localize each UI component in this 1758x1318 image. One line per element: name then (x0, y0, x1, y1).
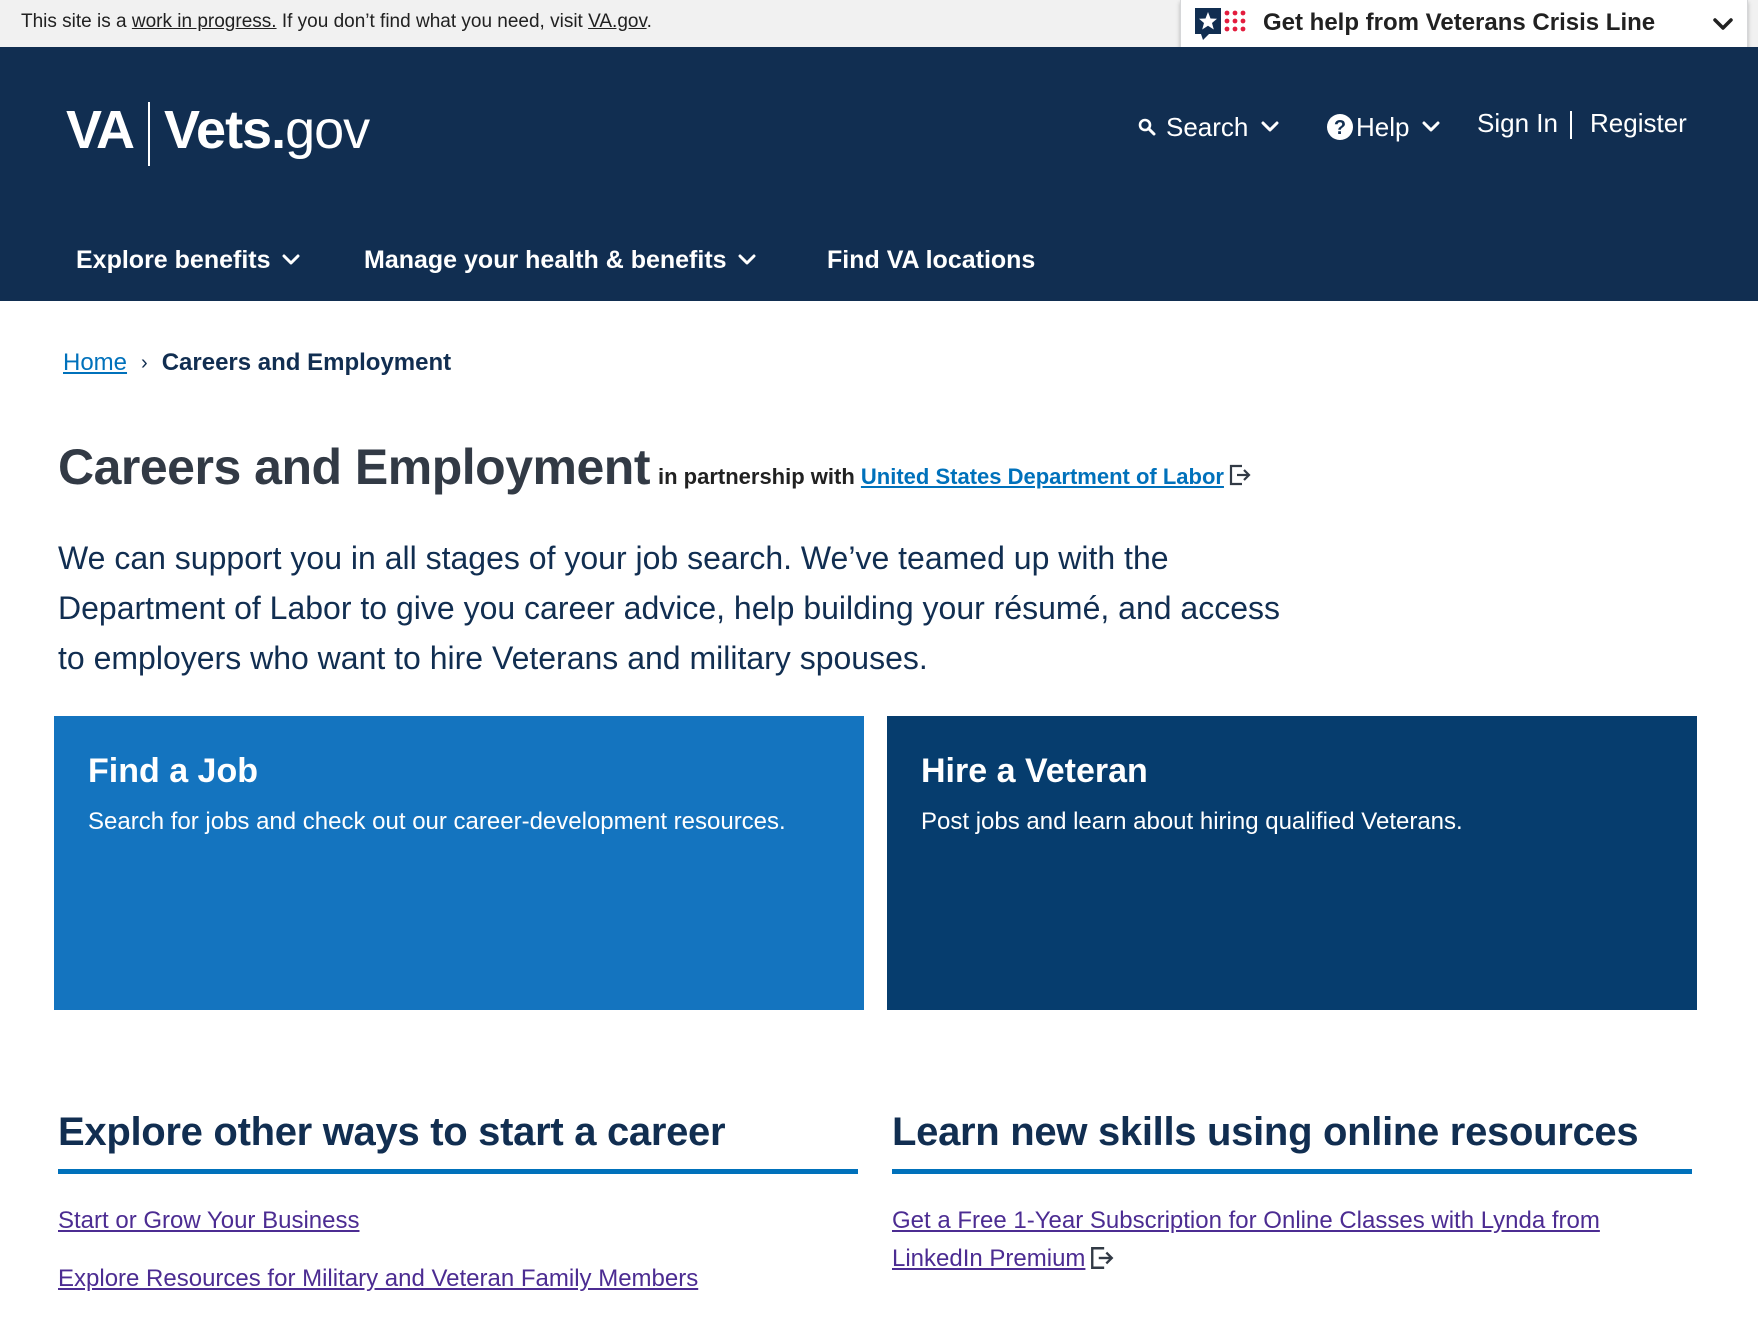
nav-explore-benefits-label: Explore benefits (76, 245, 271, 274)
find-a-job-card[interactable]: Find a Job Search for jobs and check out… (54, 716, 864, 1010)
chevron-down-icon (1261, 121, 1279, 132)
help-menu-button[interactable]: ? Help (1326, 109, 1441, 145)
card-description: Search for jobs and check out our career… (88, 808, 786, 835)
department-of-labor-link[interactable]: United States Department of Labor (861, 464, 1224, 489)
section-title: Explore other ways to start a career (58, 1110, 726, 1154)
crisis-line-label: Get help from Veterans Crisis Line (1263, 9, 1656, 36)
help-label: Help (1356, 111, 1410, 142)
site-notice-text: This site is a work in progress. If you … (21, 11, 652, 33)
search-menu-button[interactable]: Search (1138, 109, 1280, 145)
logo-divider (148, 102, 150, 166)
svg-text:?: ? (1334, 117, 1346, 139)
crisis-line-button[interactable]: Get help from Veterans Crisis Line (1180, 0, 1748, 48)
card-title: Hire a Veteran (921, 752, 1148, 790)
chevron-down-icon (1713, 18, 1733, 30)
nav-manage-health-benefits-label: Manage your health & benefits (364, 245, 727, 274)
search-icon (1138, 118, 1156, 136)
nav-find-va-locations-label: Find VA locations (827, 245, 1036, 274)
section-link-list: Get a Free 1-Year Subscription for Onlin… (892, 1202, 1692, 1278)
logo-va-text: VA (66, 100, 135, 160)
nav-manage-health-benefits[interactable]: Manage your health & benefits (364, 243, 757, 277)
page-title-row: Careers and Employment in partnership wi… (58, 438, 1252, 496)
chevron-down-icon (738, 254, 756, 265)
card-title: Find a Job (88, 752, 258, 790)
nav-find-va-locations[interactable]: Find VA locations (827, 243, 1035, 277)
chevron-down-icon (282, 254, 299, 265)
lynda-link-wrapper: Get a Free 1-Year Subscription for Onlin… (892, 1202, 1612, 1278)
crisis-line-logo-icon (1195, 8, 1246, 40)
partnership-prefix: in partnership with (657, 464, 855, 489)
register-link[interactable]: Register (1590, 105, 1687, 141)
section-divider (58, 1169, 858, 1174)
sign-in-divider (1570, 111, 1572, 139)
start-grow-business-link[interactable]: Start or Grow Your Business (58, 1202, 858, 1240)
section-divider (892, 1169, 1692, 1174)
notice-middle: If you don’t find what you need, visit (276, 11, 589, 32)
card-description: Post jobs and learn about hiring qualifi… (921, 808, 1463, 835)
external-link-icon (1091, 1247, 1114, 1269)
breadcrumb-current: Careers and Employment (161, 349, 452, 376)
breadcrumb-home-link[interactable]: Home (63, 349, 127, 377)
site-header: VA Vets.gov Search ? Help Sign In Regist… (0, 47, 1758, 301)
hire-a-veteran-card[interactable]: Hire a Veteran Post jobs and learn about… (887, 716, 1697, 1010)
section-link-list: Start or Grow Your Business Explore Reso… (58, 1202, 858, 1298)
explore-career-section: Explore other ways to start a career Sta… (58, 1110, 858, 1298)
va-gov-link[interactable]: VA.gov (588, 11, 646, 32)
search-label: Search (1166, 111, 1249, 142)
family-resources-link[interactable]: Explore Resources for Military and Veter… (58, 1260, 858, 1298)
breadcrumb-separator: › (141, 351, 148, 374)
nav-explore-benefits[interactable]: Explore benefits (76, 243, 301, 277)
notice-suffix: . (646, 11, 652, 32)
logo-vets-text: Vets.gov (164, 100, 370, 160)
intro-paragraph: We can support you in all stages of your… (58, 540, 1281, 676)
section-title: Learn new skills using online resources (892, 1110, 1639, 1154)
online-skills-section: Learn new skills using online resources … (892, 1110, 1692, 1278)
work-in-progress-link[interactable]: work in progress. (132, 11, 277, 32)
page-title: Careers and Employment (58, 439, 650, 495)
sign-in-link[interactable]: Sign In (1477, 105, 1558, 141)
breadcrumb: Home › Careers and Employment (63, 349, 451, 377)
external-link-icon (1229, 464, 1251, 486)
lynda-subscription-link[interactable]: Get a Free 1-Year Subscription for Onlin… (892, 1207, 1600, 1272)
chevron-down-icon (1422, 121, 1440, 132)
help-icon: ? (1327, 114, 1353, 140)
notice-prefix: This site is a (21, 11, 132, 32)
partnership-note: in partnership with United States Depart… (658, 463, 1252, 490)
